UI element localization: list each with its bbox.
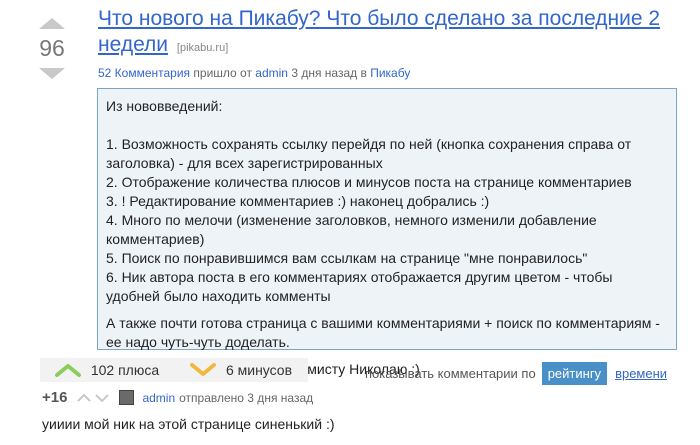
post-score: 96 bbox=[39, 35, 65, 61]
avatar bbox=[119, 390, 135, 405]
downvote-arrow-icon[interactable] bbox=[39, 68, 65, 79]
comment-upvote-icon[interactable] bbox=[77, 393, 92, 403]
sort-by-rating-button[interactable]: рейтингу bbox=[541, 362, 608, 385]
post-vote-column: 96 bbox=[28, 8, 76, 79]
plus-chevron-icon bbox=[54, 364, 81, 377]
sort-by-time-link[interactable]: времени bbox=[615, 366, 667, 381]
comment-author-link[interactable]: admin bbox=[142, 391, 175, 405]
plus-stat: 102 плюса bbox=[40, 362, 174, 378]
post-meta: 52 Комментария пришло от admin 3 дня наз… bbox=[98, 66, 410, 80]
post-domain: [pikabu.ru] bbox=[176, 42, 229, 54]
comment-sort: показывать комментарии по рейтингу време… bbox=[365, 362, 667, 385]
content-item: 2. Отображение количества плюсов и минус… bbox=[106, 174, 632, 190]
content-item: 5. Поиск по понравившимся вам ссылкам на… bbox=[106, 250, 588, 266]
comment-score: +16 bbox=[42, 389, 68, 406]
content-also: А также почти готова страница с вашими к… bbox=[106, 315, 660, 350]
content-item: 4. Много по мелочи (изменение заголовков… bbox=[106, 212, 597, 247]
post-stats: 102 плюса 6 минусов bbox=[40, 358, 308, 382]
post-content: Из нововведений: 1. Возможность сохранят… bbox=[97, 88, 677, 377]
meta-time-text: 3 дня назад в bbox=[287, 66, 371, 80]
post-title: Что нового на Пикабу? Что было сделано з… bbox=[98, 6, 688, 61]
minus-stat: 6 минусов bbox=[174, 362, 308, 378]
content-item: 3. ! Редактирование комментариев :) нако… bbox=[106, 193, 490, 209]
content-intro: Из нововведений: bbox=[106, 98, 223, 114]
community-link[interactable]: Пикабу bbox=[370, 66, 410, 80]
comments-link[interactable]: 52 Комментария bbox=[98, 66, 190, 80]
comment-downvote-icon[interactable] bbox=[95, 393, 110, 403]
meta-sent-text: пришло от bbox=[190, 66, 256, 80]
content-item: 6. Ник автора поста в его комментариях о… bbox=[106, 269, 613, 304]
content-list: 1. Возможность сохранять ссылку перейдя … bbox=[106, 135, 668, 306]
comment-time: отправлено 3 дня назад bbox=[179, 390, 314, 405]
content-item: 1. Возможность сохранять ссылку перейдя … bbox=[106, 136, 632, 171]
sort-label: показывать комментарии по bbox=[365, 366, 536, 381]
post-author-link[interactable]: admin bbox=[255, 66, 288, 80]
comment-text: уииии мой ник на этой странице синенький… bbox=[42, 416, 335, 432]
upvote-arrow-icon[interactable] bbox=[39, 18, 65, 29]
minus-count: 6 минусов bbox=[225, 362, 293, 378]
minus-chevron-icon bbox=[189, 363, 216, 376]
comment-header: +16 admin отправлено 3 дня назад bbox=[42, 389, 313, 406]
plus-count: 102 плюса bbox=[90, 362, 160, 378]
